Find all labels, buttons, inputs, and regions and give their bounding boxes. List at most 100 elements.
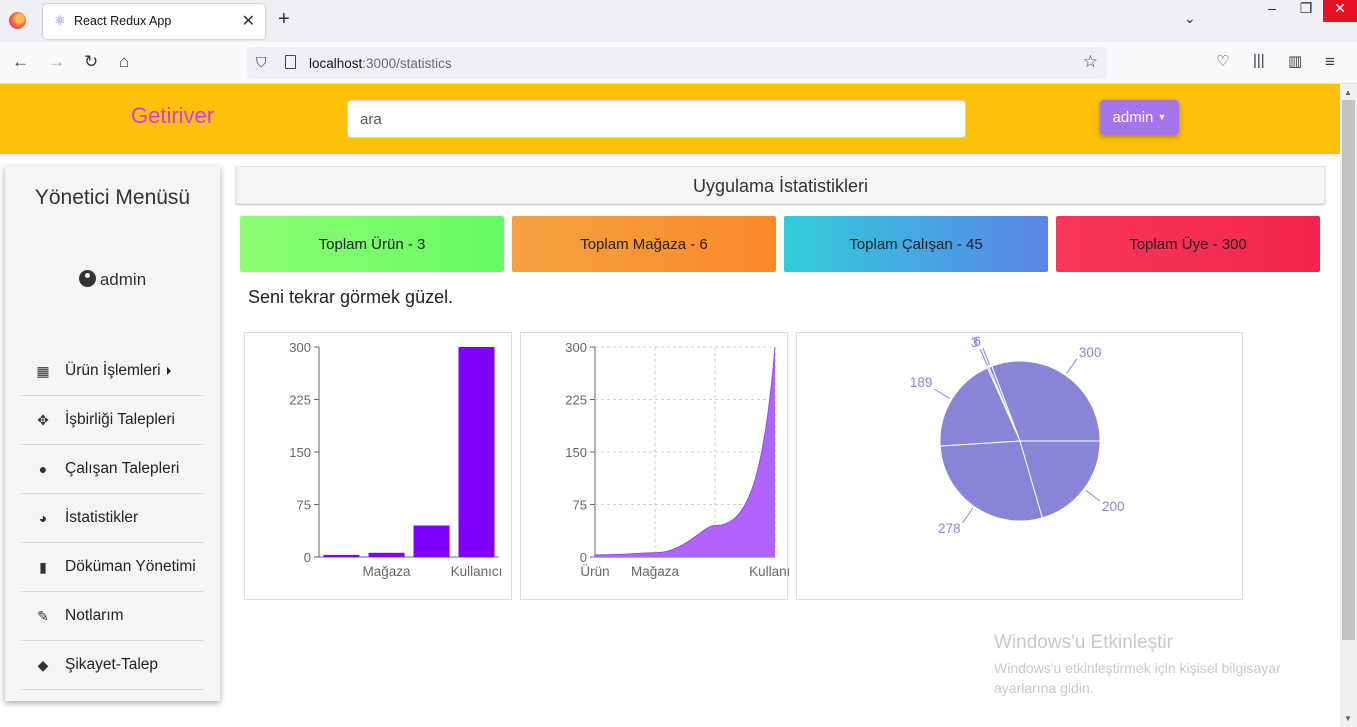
sidebar-item-dokuman[interactable]: ▮ Döküman Yönetimi (21, 543, 204, 592)
pie-chart-icon: ◕ (38, 510, 48, 526)
brand-logo[interactable]: Getiriver (131, 103, 214, 129)
search-input[interactable] (347, 100, 966, 138)
y-tick-label: 150 (289, 445, 311, 460)
y-tick-label: 75 (297, 498, 311, 513)
page-scrollbar[interactable]: ▲ ▼ (1340, 84, 1357, 727)
sidebar-user: admin (5, 270, 220, 290)
pie-chart: 300 6 3 189 278 200 (796, 332, 1243, 600)
sidebar-item-isbirligi[interactable]: ✥ İşbirliği Talepleri (21, 396, 204, 445)
admin-dropdown-button[interactable]: admin ▼ (1100, 100, 1179, 135)
y-tick-label: 225 (289, 393, 311, 408)
stat-card-urun: Toplam Ürün - 3 (240, 216, 504, 272)
stat-card-uye: Toplam Üye - 300 (1056, 216, 1320, 272)
watermark-text: Windows'u etkinleştirmek için kişisel bi… (994, 660, 1281, 696)
pie-label-line (962, 507, 974, 524)
library-icon[interactable]: ||| (1253, 52, 1265, 69)
welcome-message: Seni tekrar görmek güzel. (248, 287, 454, 307)
sidebar-item-label: Döküman Yönetimi (65, 558, 196, 575)
sidebar-item-label: Notlarım (65, 607, 124, 624)
sidebar-item-label: Çalışan Talepleri (65, 460, 180, 477)
bar-Kullanıcı (458, 347, 495, 557)
x-tick-label: Mağaza (631, 564, 680, 579)
sidebar-item-urun-islemleri[interactable]: ▦ Ürün İşlemleri (21, 347, 204, 396)
bar-Çalışan (413, 525, 450, 557)
pocket-icon[interactable]: ♡ (1216, 52, 1229, 70)
page-icon (285, 55, 296, 69)
caret-down-icon: ▼ (1157, 112, 1167, 122)
y-tick-label: 150 (565, 445, 587, 460)
admin-sidebar: Yönetici Menüsü admin ▦ Ürün İşlemleri ✥… (5, 166, 220, 701)
comment-icon: ◆ (37, 656, 49, 673)
sidebar-item-notlarim[interactable]: ✎ Notlarım (21, 592, 204, 641)
pie-label: 189 (910, 375, 933, 390)
y-tick-label: 0 (304, 550, 311, 565)
sidebar-title: Yönetici Menüsü (34, 186, 191, 209)
sidebar-menu: ▦ Ürün İşlemleri ✥ İşbirliği Talepleri ●… (21, 347, 204, 690)
tab-title: React Redux App (74, 14, 172, 28)
note-edit-icon: ✎ (37, 607, 49, 624)
scrollbar-thumb[interactable] (1342, 100, 1355, 640)
url-bar[interactable]: ⛉ localhost:3000/statistics ☆ (247, 47, 1107, 79)
area-chart: 0 75 150 225 300 Ürün Mağaza Kullanıcı (520, 332, 789, 600)
bar-Ürün (323, 554, 360, 557)
sidebar-item-label: İstatistikler (65, 509, 139, 526)
file-icon: ▮ (39, 558, 47, 575)
pie-label: 200 (1102, 499, 1125, 514)
browser-tab-bar: ⚛ React Redux App ✕ + ⌄ – ❐ ✕ (0, 0, 1357, 42)
app-header: Getiriver admin ▼ (0, 84, 1340, 154)
user-circle-icon (78, 270, 96, 287)
page-title: Uygulama İstatistikleri (236, 166, 1325, 204)
sidebar-icon[interactable]: ▥ (1288, 52, 1302, 70)
bar-Mağaza (368, 552, 405, 557)
sidebar-item-label: Şikayet-Talep (65, 656, 159, 673)
stat-card-calisan: Toplam Çalışan - 45 (784, 216, 1048, 272)
firefox-logo-icon[interactable] (9, 12, 26, 29)
sidebar-item-label: İşbirliği Talepleri (65, 411, 175, 428)
pie-label-line (934, 388, 951, 399)
x-tick-label: Ürün (580, 564, 609, 579)
url-text[interactable]: localhost:3000/statistics (309, 56, 452, 71)
y-tick-label: 0 (580, 550, 587, 565)
sidebar-item-calisan[interactable]: ● Çalışan Talepleri (21, 445, 204, 494)
react-icon: ⚛ (54, 13, 66, 28)
pie-label: 300 (1079, 345, 1102, 360)
browser-tab[interactable]: ⚛ React Redux App ✕ (43, 4, 265, 39)
menu-icon[interactable]: ≡ (1325, 52, 1335, 72)
home-icon[interactable]: ⌂ (119, 52, 129, 72)
sidebar-item-label: Ürün İşlemleri (65, 362, 161, 379)
restore-icon[interactable]: ❐ (1289, 0, 1323, 22)
scroll-up-icon[interactable]: ▲ (1344, 88, 1352, 97)
pie-label-line (1085, 489, 1101, 502)
plus-icon[interactable]: + (278, 8, 290, 31)
watermark-title: Windows'u Etkinleştir (994, 632, 1173, 653)
calculator-icon: ▦ (36, 362, 50, 379)
user-icon: ● (38, 461, 48, 477)
pie-label-line (1066, 358, 1078, 374)
star-icon[interactable]: ☆ (1083, 52, 1098, 72)
sidebar-item-istatistikler[interactable]: ◕ İstatistikler (21, 494, 204, 543)
window-close-icon[interactable]: ✕ (1323, 0, 1357, 22)
chevron-down-icon[interactable]: ⌄ (1184, 10, 1196, 27)
y-tick-label: 300 (289, 340, 311, 355)
browser-nav-bar: ← → ↻ ⌂ ⛉ localhost:3000/statistics ☆ ♡ … (0, 42, 1357, 84)
minimize-icon[interactable]: – (1255, 0, 1289, 22)
pie-label: 3 (971, 335, 979, 350)
reload-icon[interactable]: ↻ (84, 52, 98, 72)
pie-label: 278 (938, 521, 961, 536)
forward-icon[interactable]: → (48, 52, 65, 72)
close-icon[interactable]: ✕ (242, 11, 255, 31)
y-tick-label: 225 (565, 393, 587, 408)
bar-chart: 0 75 150 225 300 Mağaza Kullanıcı (244, 332, 512, 600)
x-tick-label: Kullanıcı (749, 564, 789, 579)
shield-icon[interactable]: ⛉ (256, 54, 267, 71)
x-tick-label: Mağaza (362, 564, 411, 579)
stat-card-magaza: Toplam Mağaza - 6 (512, 216, 776, 272)
x-tick-label: Kullanıcı (451, 564, 503, 579)
handshake-icon: ✥ (37, 411, 49, 428)
scroll-down-icon[interactable]: ▼ (1344, 714, 1352, 723)
y-tick-label: 300 (565, 340, 587, 355)
windows-activation-watermark: Windows'u Etkinleştir Windows'u etkinleş… (994, 632, 1314, 698)
y-tick-label: 75 (573, 498, 587, 513)
back-icon[interactable]: ← (12, 52, 29, 72)
sidebar-item-sikayet[interactable]: ◆ Şikayet-Talep (21, 641, 204, 690)
